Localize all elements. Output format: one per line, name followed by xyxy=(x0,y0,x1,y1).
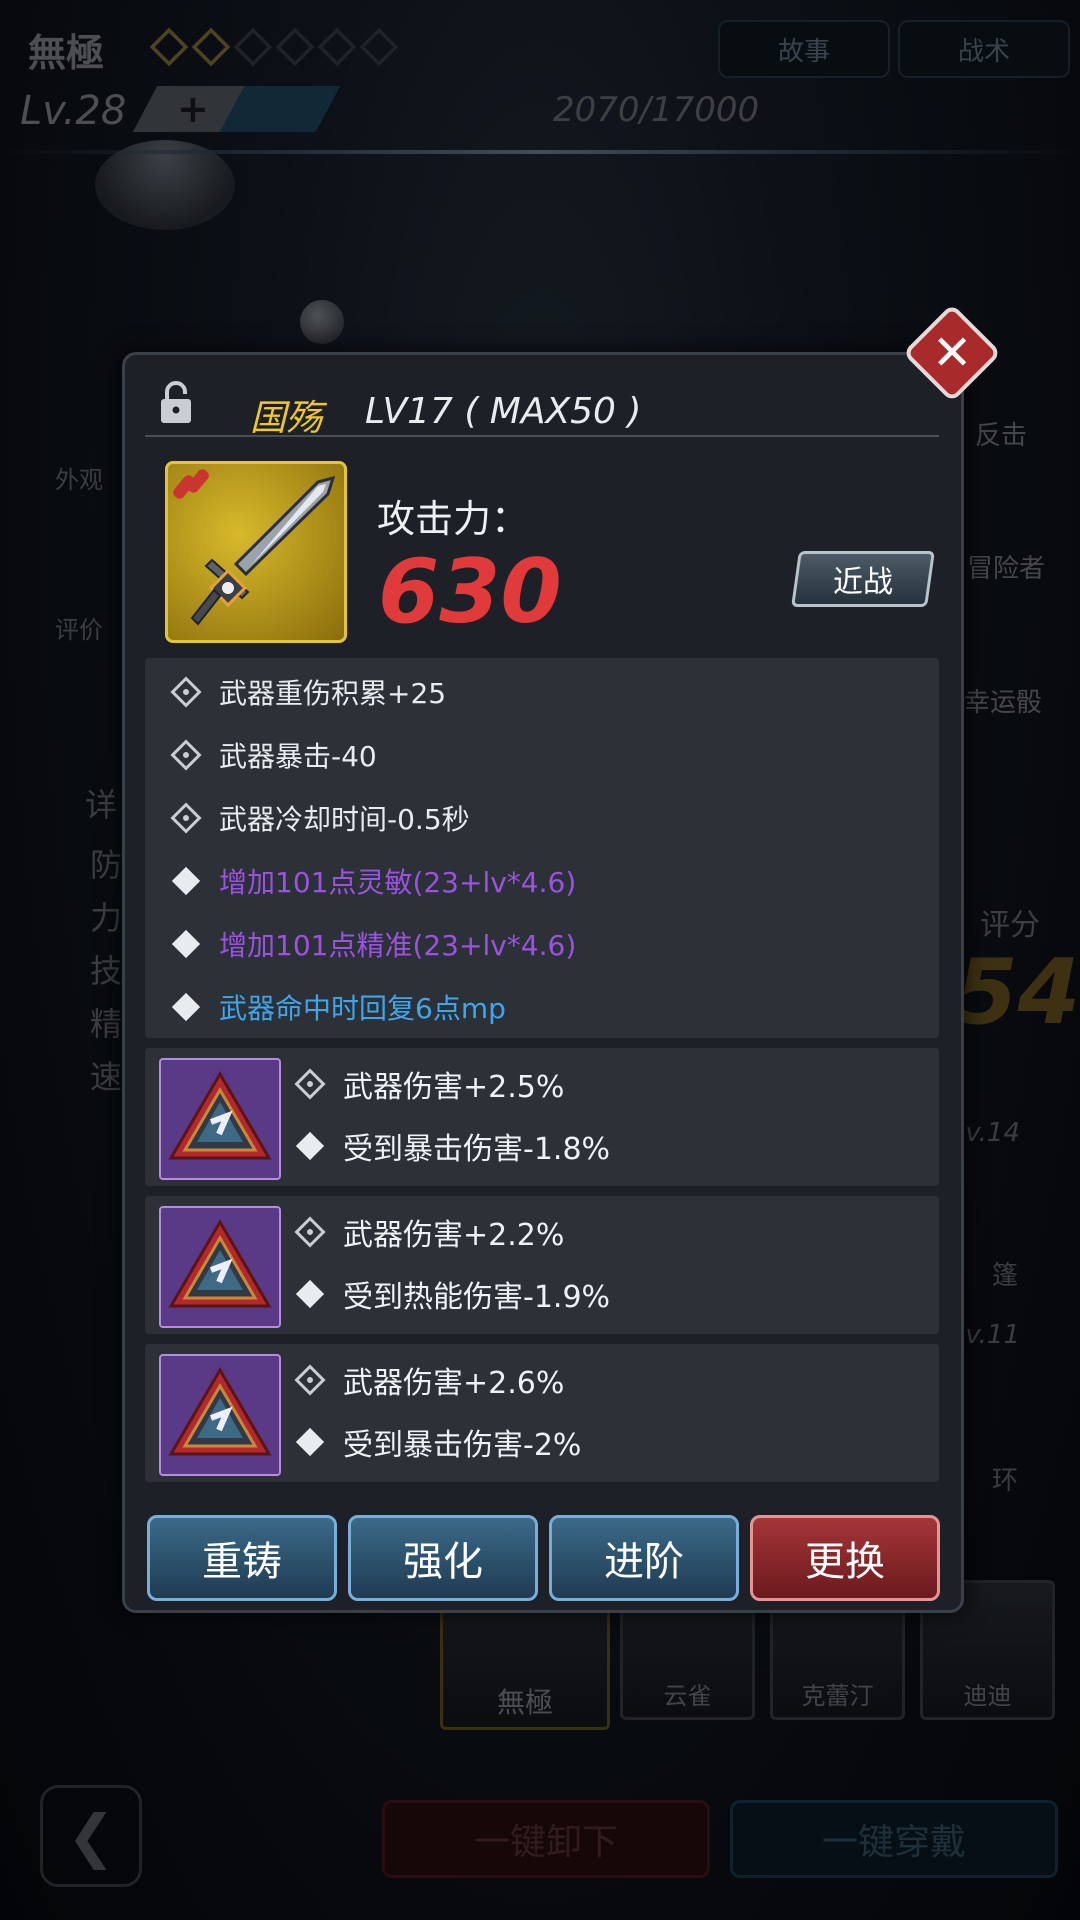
weapon-name: 国殇 xyxy=(250,398,323,439)
gem-rune-icon xyxy=(159,1354,281,1476)
attack-value: 630 xyxy=(378,540,562,643)
unlock-icon[interactable] xyxy=(159,381,193,425)
gem-stat-row: 受到热能伤害-1.9% xyxy=(295,1272,610,1316)
lock-stat-icon xyxy=(170,739,202,771)
weapon-type-badge: 近战 xyxy=(791,551,935,607)
lock-stat-icon xyxy=(170,676,202,708)
weapon-sword-icon xyxy=(165,461,347,643)
advance-button[interactable]: 进阶 xyxy=(549,1515,739,1601)
gem-stat-row: 武器伤害+2.2% xyxy=(294,1210,564,1254)
attack-label: 攻击力： xyxy=(377,497,530,541)
gem-stat-row: 受到暴击伤害-2% xyxy=(295,1420,581,1464)
gem-stat-row: 受到暴击伤害-1.8% xyxy=(295,1124,610,1168)
diamond-icon xyxy=(171,866,201,896)
diamond-icon xyxy=(171,929,201,959)
stat-row: 武器暴击-40 xyxy=(170,735,377,775)
gem-rune-icon xyxy=(159,1058,281,1180)
diamond-icon xyxy=(295,1427,325,1457)
stat-row: 增加101点灵敏(23+lv*4.6) xyxy=(171,861,576,901)
weapon-detail-popup: 国殇 LV17 ( MAX50 ) 攻击力： 630 近战 武器重伤积累+25 … xyxy=(122,352,964,1613)
diamond-icon xyxy=(295,1279,325,1309)
diamond-icon xyxy=(295,1131,325,1161)
stat-row: 增加101点精准(23+lv*4.6) xyxy=(171,924,576,964)
gem-slot[interactable]: 武器伤害+2.2% 受到热能伤害-1.9% xyxy=(145,1196,939,1334)
lock-stat-icon xyxy=(170,802,202,834)
lock-stat-icon xyxy=(294,1068,326,1100)
lock-stat-icon xyxy=(294,1364,326,1396)
gem-slot[interactable]: 武器伤害+2.6% 受到暴击伤害-2% xyxy=(145,1344,939,1482)
diamond-icon xyxy=(171,992,201,1022)
title-divider xyxy=(145,435,939,437)
reforge-button[interactable]: 重铸 xyxy=(147,1515,337,1601)
gem-stat-row: 武器伤害+2.6% xyxy=(294,1358,564,1402)
close-icon: ✕ xyxy=(931,325,973,381)
lock-stat-icon xyxy=(294,1216,326,1248)
stat-row: 武器命中时回复6点mp xyxy=(171,987,506,1027)
stat-row: 武器冷却时间-0.5秒 xyxy=(170,798,470,838)
gem-stat-row: 武器伤害+2.5% xyxy=(294,1062,564,1106)
gem-rune-icon xyxy=(159,1206,281,1328)
weapon-stats-panel: 武器重伤积累+25 武器暴击-40 武器冷却时间-0.5秒 增加101点灵敏(2… xyxy=(145,658,939,1038)
replace-button[interactable]: 更换 xyxy=(750,1515,940,1601)
weapon-level: LV17 ( MAX50 ) xyxy=(365,391,642,432)
gem-slot[interactable]: 武器伤害+2.5% 受到暴击伤害-1.8% xyxy=(145,1048,939,1186)
enhance-button[interactable]: 强化 xyxy=(348,1515,538,1601)
stat-row: 武器重伤积累+25 xyxy=(170,672,446,712)
